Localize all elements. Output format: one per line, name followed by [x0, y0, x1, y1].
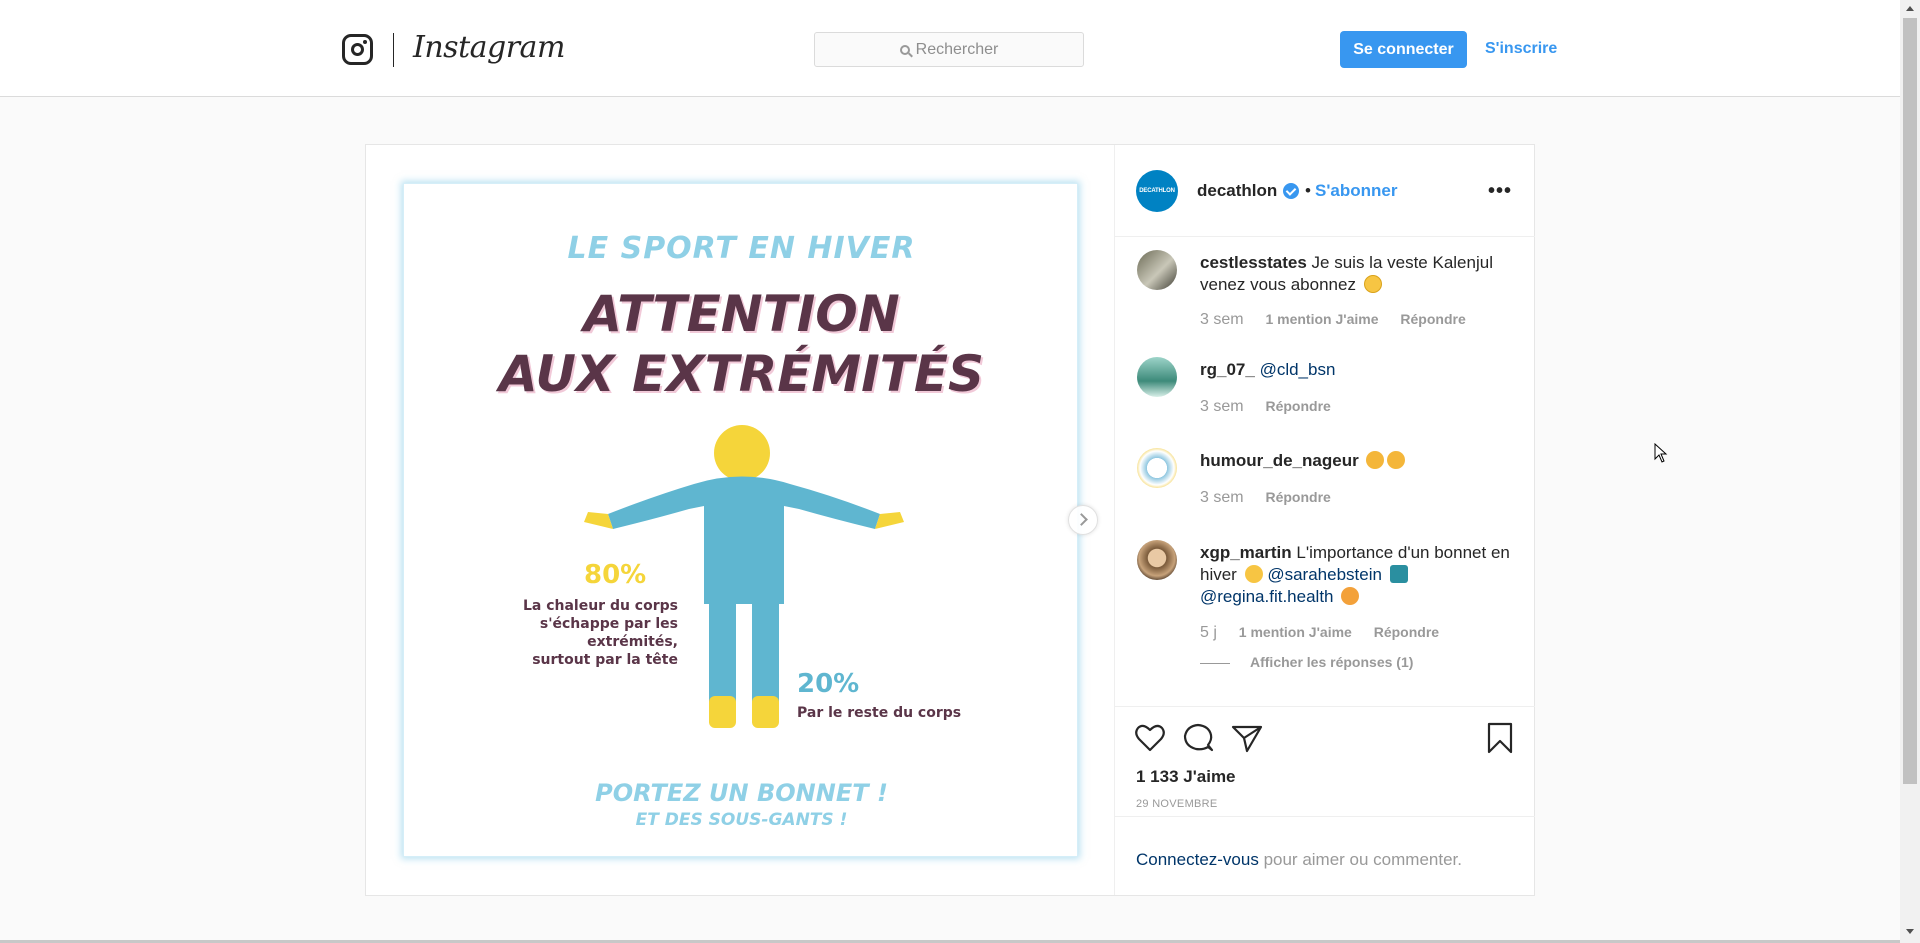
post-sidebar: DECATHLON decathlon • S'abonner ••• cest… [1114, 145, 1535, 895]
login-button[interactable]: Se connecter [1340, 31, 1467, 68]
likes-count[interactable]: 1 133 J'aime [1136, 767, 1236, 787]
view-replies-label: Afficher les réponses (1) [1250, 654, 1414, 670]
stat-left-line3: surtout par la tête [532, 652, 678, 668]
laughing-emoji-icon [1363, 275, 1382, 293]
bookmark-icon[interactable] [1483, 721, 1517, 755]
instagram-glyph-icon[interactable] [342, 34, 373, 65]
comment-text: xgp_martin L'importance d'un bonnet en h… [1200, 542, 1520, 608]
comment-username[interactable]: rg_07_ [1200, 360, 1255, 379]
owner-username[interactable]: decathlon [1197, 181, 1277, 201]
body-figure-illustration [584, 425, 904, 728]
comment-meta: 3 sem Répondre [1200, 398, 1349, 416]
comment-mention[interactable]: @cld_bsn [1260, 360, 1336, 379]
comment-text: rg_07_ @cld_bsn [1200, 359, 1520, 381]
comments-list[interactable]: cestlesstates Je suis la veste Kalenjul … [1115, 237, 1535, 707]
comment-meta: 3 sem 1 mention J'aime Répondre [1200, 311, 1484, 329]
comment-likes[interactable]: 1 mention J'aime [1265, 311, 1378, 327]
commenter-avatar[interactable] [1137, 357, 1177, 397]
comment-username[interactable]: cestlesstates [1200, 253, 1307, 272]
comment-username[interactable]: humour_de_nageur [1200, 451, 1359, 470]
smiling-emoji-icon [1244, 565, 1263, 583]
commenter-avatar[interactable] [1137, 250, 1177, 290]
comment-text: cestlesstates Je suis la veste Kalenjul … [1200, 252, 1520, 296]
comment-icon[interactable] [1181, 721, 1215, 755]
post-media[interactable]: LE SPORT EN HIVER ATTENTION AUX EXTRÉMIT… [366, 145, 1114, 895]
snowflake-emoji-icon [1389, 565, 1408, 583]
comment-time[interactable]: 3 sem [1200, 311, 1244, 328]
comment-mention[interactable]: @sarahebstein [1267, 565, 1382, 584]
comment-username[interactable]: xgp_martin [1200, 543, 1292, 562]
search-placeholder: Rechercher [915, 41, 999, 58]
comment-mention[interactable]: @regina.fit.health [1200, 587, 1334, 606]
next-arrow-icon[interactable] [1068, 505, 1098, 535]
image-footer-line2: ET DES SOUS-GANTS ! [635, 810, 848, 830]
ok-hand-emoji-icon [1366, 451, 1385, 469]
owner-avatar[interactable]: DECATHLON [1136, 170, 1178, 212]
stat-right-description: Par le reste du corps [797, 705, 962, 721]
post-actions: 1 133 J'aime 29 NOVEMBRE [1115, 707, 1535, 817]
replies-divider [1200, 662, 1230, 664]
top-navigation-bar: Instagram Rechercher Se connecter S'insc… [0, 0, 1900, 97]
verified-icon [1283, 183, 1299, 199]
more-icon[interactable]: ••• [1488, 180, 1512, 203]
signup-link[interactable]: S'inscrire [1485, 40, 1557, 58]
stat-left-description: La chaleur du corps s'échappe par les ex… [464, 597, 678, 669]
comment-time[interactable]: 5 j [1200, 624, 1217, 641]
reply-button[interactable]: Répondre [1374, 624, 1439, 640]
heart-icon[interactable] [1133, 721, 1167, 755]
stat-left-line1: La chaleur du corps [522, 598, 678, 614]
share-icon[interactable] [1230, 721, 1264, 755]
santa-emoji-icon [1341, 587, 1360, 605]
login-prompt-text: pour aimer ou commenter. [1258, 850, 1462, 869]
comment-text: humour_de_nageur [1200, 450, 1520, 472]
commenter-avatar[interactable] [1137, 540, 1177, 580]
commenter-avatar[interactable] [1137, 448, 1177, 488]
page-scrollbar[interactable] [1900, 0, 1920, 943]
scroll-down-icon[interactable] [1906, 929, 1914, 934]
reply-button[interactable]: Répondre [1265, 489, 1330, 505]
reply-button[interactable]: Répondre [1265, 398, 1330, 414]
post-header: DECATHLON decathlon • S'abonner ••• [1115, 145, 1535, 237]
infographic-image: LE SPORT EN HIVER ATTENTION AUX EXTRÉMIT… [403, 183, 1078, 857]
comment-time[interactable]: 3 sem [1200, 398, 1244, 415]
stat-left-value: 80% [584, 560, 647, 590]
post-date[interactable]: 29 NOVEMBRE [1136, 798, 1218, 810]
search-placeholder-wrap: Rechercher [815, 41, 1083, 59]
reply-button[interactable]: Répondre [1400, 311, 1465, 327]
instagram-wordmark[interactable]: Instagram [413, 30, 565, 65]
scroll-up-icon[interactable] [1906, 6, 1914, 11]
login-prompt-link[interactable]: Connectez-vous [1136, 850, 1259, 869]
view-replies-button[interactable]: Afficher les réponses (1) [1200, 654, 1413, 670]
post-card: LE SPORT EN HIVER ATTENTION AUX EXTRÉMIT… [365, 144, 1535, 896]
image-footer-line1: PORTEZ UN BONNET ! [595, 779, 888, 807]
mouse-cursor-icon [1654, 443, 1668, 463]
comment-time[interactable]: 3 sem [1200, 489, 1244, 506]
follow-button[interactable]: S'abonner [1315, 181, 1397, 201]
separator-dot: • [1305, 181, 1311, 200]
comment-meta: 3 sem Répondre [1200, 489, 1349, 507]
logo-divider [393, 33, 394, 67]
search-input[interactable]: Rechercher [814, 32, 1084, 67]
stat-left-line2: s'échappe par les extrémités, [539, 616, 678, 650]
comment-likes[interactable]: 1 mention J'aime [1239, 624, 1352, 640]
search-icon [899, 45, 910, 55]
ok-hand-emoji-icon [1387, 451, 1406, 469]
stat-right-value: 20% [797, 669, 860, 699]
scroll-thumb[interactable] [1903, 18, 1917, 784]
login-prompt: Connectez-vous pour aimer ou commenter. [1136, 850, 1462, 870]
comment-meta: 5 j 1 mention J'aime Répondre [1200, 624, 1457, 642]
